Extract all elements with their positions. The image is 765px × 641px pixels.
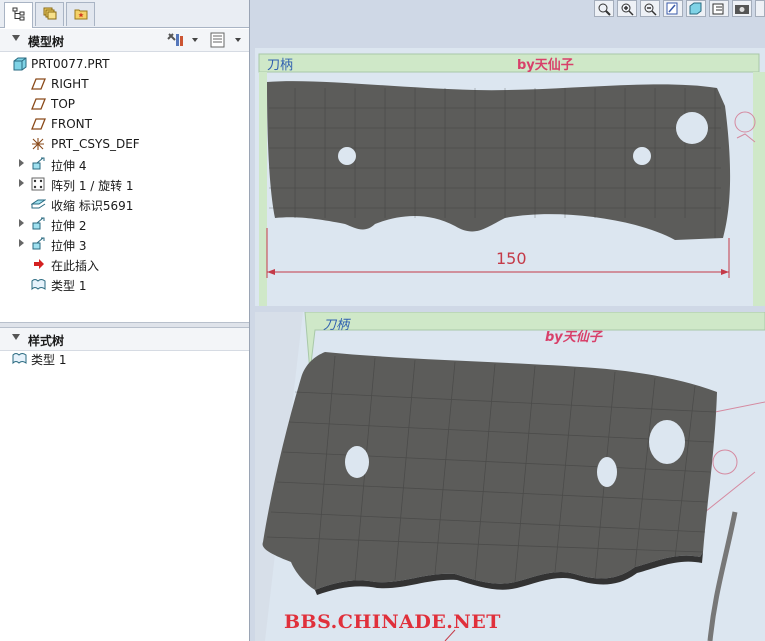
repaint-button[interactable]	[663, 0, 683, 17]
saved-views-button[interactable]	[709, 0, 729, 17]
style-type-icon	[31, 279, 46, 291]
watermark: BBS.CHINADE.NET	[284, 611, 501, 633]
collapse-arrow-icon[interactable]	[12, 35, 20, 41]
tree-item-pattern-1[interactable]: 阵列 1 / 旋转 1	[0, 174, 249, 194]
saved-views-icon	[712, 3, 724, 15]
camera-button[interactable]	[732, 0, 752, 17]
tree-item-extrude-2[interactable]: 拉伸 2	[0, 214, 249, 234]
sheet-title-label: 刀柄	[323, 318, 350, 333]
zoom-in-button[interactable]	[617, 0, 637, 17]
expand-arrow-icon[interactable]	[19, 179, 24, 187]
tree-item-label: PRT0077.PRT	[31, 57, 110, 71]
tree-item-style-type[interactable]: 类型 1	[0, 274, 249, 294]
tree-item-label: 拉伸 4	[51, 159, 87, 173]
tab-model-tree[interactable]	[4, 2, 33, 28]
graphics-viewport[interactable]: 刀柄 by天仙子 150 刀柄 by天仙子 BBS.CHINADE.NET	[250, 0, 765, 641]
part-icon	[13, 57, 27, 71]
sheet-author-label: by天仙子	[517, 58, 574, 73]
extrude-icon	[32, 237, 45, 250]
style-type-icon	[12, 353, 27, 365]
folder-star-icon	[74, 9, 88, 20]
tab-favorites[interactable]	[66, 2, 95, 26]
refit-button[interactable]	[594, 0, 614, 17]
tree-item-label: 类型 1	[31, 353, 67, 367]
coordinate-system-icon	[32, 138, 44, 150]
datum-plane-icon	[31, 98, 46, 110]
sheet-author-label: by天仙子	[545, 330, 602, 345]
layers-icon	[43, 7, 57, 20]
tree-item-label: 拉伸 2	[51, 219, 87, 233]
expand-arrow-icon[interactable]	[19, 239, 24, 247]
style-tree-title: 样式树	[28, 334, 65, 348]
tree-item-right[interactable]: RIGHT	[0, 74, 249, 94]
tree-item-part[interactable]: PRT0077.PRT	[0, 54, 249, 74]
display-style-button[interactable]	[686, 0, 706, 17]
drawing-sheet-perspective	[255, 311, 765, 641]
tree-item-label: FRONT	[51, 117, 92, 131]
chevron-down-icon[interactable]	[234, 32, 242, 48]
tree-item-label: PRT_CSYS_DEF	[51, 137, 140, 151]
refit-icon	[598, 3, 611, 16]
tree-item-label: 拉伸 3	[51, 239, 87, 253]
tree-item-extrude-4[interactable]: 拉伸 4	[0, 154, 249, 174]
navigator-tab-bar	[0, 0, 249, 28]
tree-item-front[interactable]: FRONT	[0, 114, 249, 134]
expand-arrow-icon[interactable]	[19, 159, 24, 167]
datum-plane-icon	[31, 78, 46, 90]
tree-item-label: 类型 1	[51, 279, 87, 293]
display-style-icon	[689, 2, 702, 15]
pattern-icon	[31, 177, 45, 191]
sheet-title-label: 刀柄	[267, 58, 294, 73]
zoom-in-icon	[621, 3, 634, 16]
zoom-out-button[interactable]	[640, 0, 660, 17]
show-list-icon[interactable]	[209, 32, 227, 48]
tree-item-label: 阵列 1 / 旋转 1	[51, 179, 134, 193]
tree-item-label: 收缩 标识5691	[51, 199, 134, 213]
tree-item-shrink[interactable]: 收缩 标识5691	[0, 194, 249, 214]
view-toolbar	[594, 0, 765, 18]
top-view-pane[interactable]: 刀柄 by天仙子 150	[255, 48, 765, 306]
model-tree-header[interactable]: 模型树	[0, 29, 249, 52]
tree-item-csys[interactable]: PRT_CSYS_DEF	[0, 134, 249, 154]
bottom-view-pane[interactable]: 刀柄 by天仙子	[255, 311, 765, 641]
collapse-arrow-icon[interactable]	[12, 334, 20, 340]
extrude-icon	[32, 157, 45, 170]
camera-icon	[735, 5, 749, 14]
model-tree-title: 模型树	[28, 35, 65, 49]
chevron-down-icon[interactable]	[191, 32, 199, 48]
insert-here-arrow-icon	[34, 259, 44, 269]
datum-plane-icon	[31, 118, 46, 130]
more-tools-button[interactable]	[755, 0, 765, 17]
style-tree-item[interactable]: 类型 1	[0, 348, 249, 368]
extrude-icon	[32, 217, 45, 230]
tree-icon	[12, 7, 25, 21]
tree-item-label: TOP	[51, 97, 76, 111]
tree-item-label: RIGHT	[51, 77, 89, 91]
expand-arrow-icon[interactable]	[19, 219, 24, 227]
dimension-label[interactable]: 150	[496, 249, 527, 268]
settings-tools-icon[interactable]	[166, 32, 186, 48]
navigator-panel: 模型树 PRT0077.PRT RIGHT TOP FRONT PRT_CSYS…	[0, 0, 250, 641]
shrink-icon	[31, 199, 46, 209]
tab-layers[interactable]	[35, 2, 64, 26]
tree-item-extrude-3[interactable]: 拉伸 3	[0, 234, 249, 254]
zoom-out-icon	[644, 3, 657, 16]
tree-item-top[interactable]: TOP	[0, 94, 249, 114]
tree-item-insert-here[interactable]: 在此插入	[0, 254, 249, 274]
repaint-icon	[666, 2, 678, 15]
tree-item-label: 在此插入	[51, 259, 100, 273]
